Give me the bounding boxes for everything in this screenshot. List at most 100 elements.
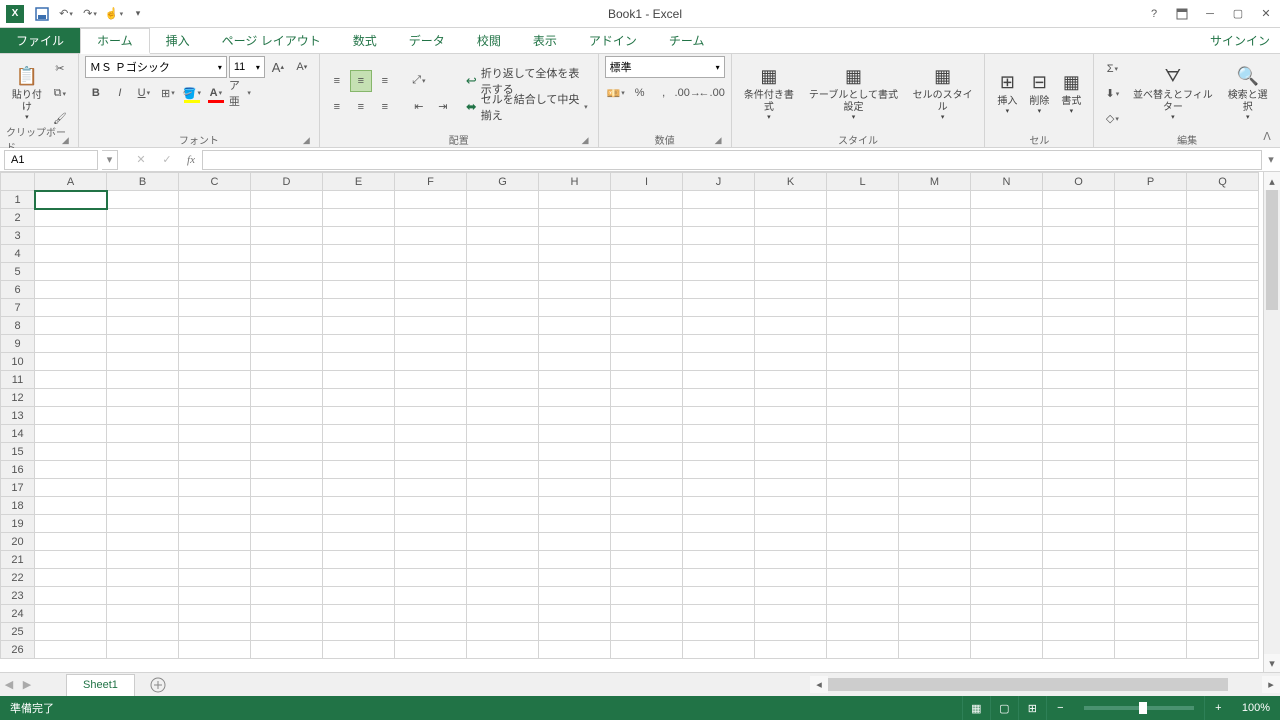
cell-J2[interactable] bbox=[683, 209, 755, 227]
cell-Q9[interactable] bbox=[1187, 335, 1259, 353]
scroll-up-icon[interactable]: ▴ bbox=[1264, 172, 1280, 190]
cell-L4[interactable] bbox=[827, 245, 899, 263]
cell-M19[interactable] bbox=[899, 515, 971, 533]
cell-E23[interactable] bbox=[323, 587, 395, 605]
cell-G20[interactable] bbox=[467, 533, 539, 551]
row-header-6[interactable]: 6 bbox=[1, 281, 35, 299]
cell-D21[interactable] bbox=[251, 551, 323, 569]
close-icon[interactable]: ✕ bbox=[1252, 4, 1280, 24]
font-launcher-icon[interactable]: ◢ bbox=[303, 135, 315, 147]
cell-N11[interactable] bbox=[971, 371, 1043, 389]
cell-A20[interactable] bbox=[35, 533, 107, 551]
cell-J3[interactable] bbox=[683, 227, 755, 245]
cell-D13[interactable] bbox=[251, 407, 323, 425]
cell-B26[interactable] bbox=[107, 641, 179, 659]
align-launcher-icon[interactable]: ◢ bbox=[582, 135, 594, 147]
cell-L15[interactable] bbox=[827, 443, 899, 461]
col-header-M[interactable]: M bbox=[899, 173, 971, 191]
expand-formula-bar-icon[interactable]: ▾ bbox=[1264, 150, 1278, 170]
cell-M5[interactable] bbox=[899, 263, 971, 281]
row-header-12[interactable]: 12 bbox=[1, 389, 35, 407]
tab-file[interactable]: ファイル bbox=[0, 28, 80, 53]
cell-H13[interactable] bbox=[539, 407, 611, 425]
cell-N1[interactable] bbox=[971, 191, 1043, 209]
zoom-level[interactable]: 100% bbox=[1232, 702, 1280, 714]
cell-B9[interactable] bbox=[107, 335, 179, 353]
cell-H16[interactable] bbox=[539, 461, 611, 479]
cell-P21[interactable] bbox=[1115, 551, 1187, 569]
cell-Q17[interactable] bbox=[1187, 479, 1259, 497]
scroll-right-icon[interactable]: ▸ bbox=[1262, 676, 1280, 693]
cell-G26[interactable] bbox=[467, 641, 539, 659]
cut-icon[interactable]: ✂ bbox=[49, 58, 71, 80]
cell-P25[interactable] bbox=[1115, 623, 1187, 641]
cell-K15[interactable] bbox=[755, 443, 827, 461]
cell-H25[interactable] bbox=[539, 623, 611, 641]
cell-A19[interactable] bbox=[35, 515, 107, 533]
cell-C15[interactable] bbox=[179, 443, 251, 461]
cell-J21[interactable] bbox=[683, 551, 755, 569]
row-header-3[interactable]: 3 bbox=[1, 227, 35, 245]
increase-indent-icon[interactable]: ⇥ bbox=[432, 96, 454, 118]
vscroll-thumb[interactable] bbox=[1266, 190, 1278, 310]
cell-H6[interactable] bbox=[539, 281, 611, 299]
tab-pagelayout[interactable]: ページ レイアウト bbox=[206, 28, 337, 53]
cell-A11[interactable] bbox=[35, 371, 107, 389]
cell-E15[interactable] bbox=[323, 443, 395, 461]
cell-D1[interactable] bbox=[251, 191, 323, 209]
name-box[interactable]: A1 bbox=[4, 150, 98, 170]
cell-Q3[interactable] bbox=[1187, 227, 1259, 245]
align-top-icon[interactable]: ≡ bbox=[326, 70, 348, 92]
cell-A17[interactable] bbox=[35, 479, 107, 497]
tab-formulas[interactable]: 数式 bbox=[337, 28, 393, 53]
cell-F4[interactable] bbox=[395, 245, 467, 263]
border-button[interactable]: ⊞ bbox=[157, 82, 179, 104]
cell-D4[interactable] bbox=[251, 245, 323, 263]
cell-A8[interactable] bbox=[35, 317, 107, 335]
scroll-left-icon[interactable]: ◂ bbox=[810, 676, 828, 693]
cell-I8[interactable] bbox=[611, 317, 683, 335]
cell-P13[interactable] bbox=[1115, 407, 1187, 425]
cell-F10[interactable] bbox=[395, 353, 467, 371]
cell-J22[interactable] bbox=[683, 569, 755, 587]
cell-F14[interactable] bbox=[395, 425, 467, 443]
cell-K26[interactable] bbox=[755, 641, 827, 659]
sheet-nav-prev-icon[interactable]: ◀ bbox=[0, 675, 18, 695]
row-header-26[interactable]: 26 bbox=[1, 641, 35, 659]
cell-A4[interactable] bbox=[35, 245, 107, 263]
cell-G8[interactable] bbox=[467, 317, 539, 335]
cell-O1[interactable] bbox=[1043, 191, 1115, 209]
cell-D6[interactable] bbox=[251, 281, 323, 299]
cell-Q26[interactable] bbox=[1187, 641, 1259, 659]
phonetic-button[interactable]: ア亜 bbox=[229, 82, 251, 104]
cell-E20[interactable] bbox=[323, 533, 395, 551]
cell-G11[interactable] bbox=[467, 371, 539, 389]
cell-J9[interactable] bbox=[683, 335, 755, 353]
undo-icon[interactable]: ↶ bbox=[56, 4, 76, 24]
cell-N6[interactable] bbox=[971, 281, 1043, 299]
cell-O10[interactable] bbox=[1043, 353, 1115, 371]
cell-I10[interactable] bbox=[611, 353, 683, 371]
col-header-H[interactable]: H bbox=[539, 173, 611, 191]
cell-H4[interactable] bbox=[539, 245, 611, 263]
cell-A22[interactable] bbox=[35, 569, 107, 587]
cell-Q20[interactable] bbox=[1187, 533, 1259, 551]
cell-L18[interactable] bbox=[827, 497, 899, 515]
row-header-25[interactable]: 25 bbox=[1, 623, 35, 641]
align-center-icon[interactable]: ≡ bbox=[350, 96, 372, 118]
tab-team[interactable]: チーム bbox=[653, 28, 721, 53]
cell-F12[interactable] bbox=[395, 389, 467, 407]
number-format-combo[interactable]: 標準▾ bbox=[605, 56, 725, 78]
cell-O13[interactable] bbox=[1043, 407, 1115, 425]
find-select-button[interactable]: 🔍検索と選択▾ bbox=[1221, 57, 1274, 131]
cell-D3[interactable] bbox=[251, 227, 323, 245]
row-header-13[interactable]: 13 bbox=[1, 407, 35, 425]
cell-C24[interactable] bbox=[179, 605, 251, 623]
cell-D16[interactable] bbox=[251, 461, 323, 479]
cell-H8[interactable] bbox=[539, 317, 611, 335]
cell-H7[interactable] bbox=[539, 299, 611, 317]
row-header-10[interactable]: 10 bbox=[1, 353, 35, 371]
cell-N23[interactable] bbox=[971, 587, 1043, 605]
cell-B21[interactable] bbox=[107, 551, 179, 569]
cell-Q10[interactable] bbox=[1187, 353, 1259, 371]
